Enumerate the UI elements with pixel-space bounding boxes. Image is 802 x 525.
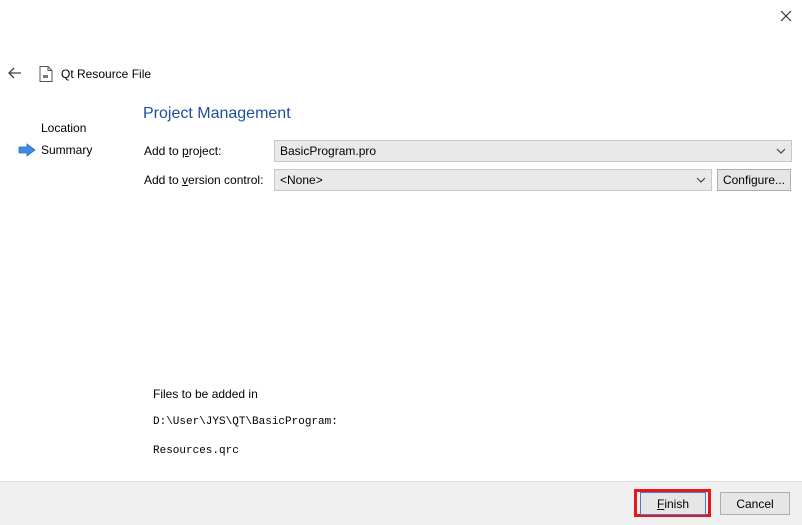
current-step-arrow-icon (18, 143, 36, 157)
files-header: Files to be added in (153, 387, 258, 401)
close-icon (780, 10, 792, 22)
back-arrow-icon (8, 67, 21, 79)
add-to-project-combo[interactable]: BasicProgram.pro (274, 140, 792, 162)
finish-button[interactable]: Finish (640, 492, 706, 515)
nav-item-summary: Summary (41, 143, 93, 157)
add-to-vcs-value: <None> (280, 173, 323, 187)
configure-button[interactable]: Configure... (717, 169, 791, 191)
add-to-project-label: Add to project: (144, 144, 222, 158)
files-path: D:\User\JYS\QT\BasicProgram: (153, 416, 338, 428)
cancel-button[interactable]: Cancel (720, 492, 790, 515)
chevron-down-icon (696, 177, 706, 183)
page-title: Project Management (143, 105, 291, 122)
nav-item-location: Location (41, 121, 87, 135)
close-button[interactable] (770, 2, 802, 30)
back-button[interactable] (4, 62, 26, 84)
resource-file-icon (39, 66, 53, 82)
file-name: Resources.qrc (153, 445, 239, 457)
chevron-down-icon (776, 148, 786, 154)
add-to-vcs-label: Add to version control: (144, 173, 264, 187)
add-to-project-value: BasicProgram.pro (280, 144, 377, 158)
add-to-vcs-combo[interactable]: <None> (274, 169, 712, 191)
wizard-title: Qt Resource File (61, 67, 152, 81)
